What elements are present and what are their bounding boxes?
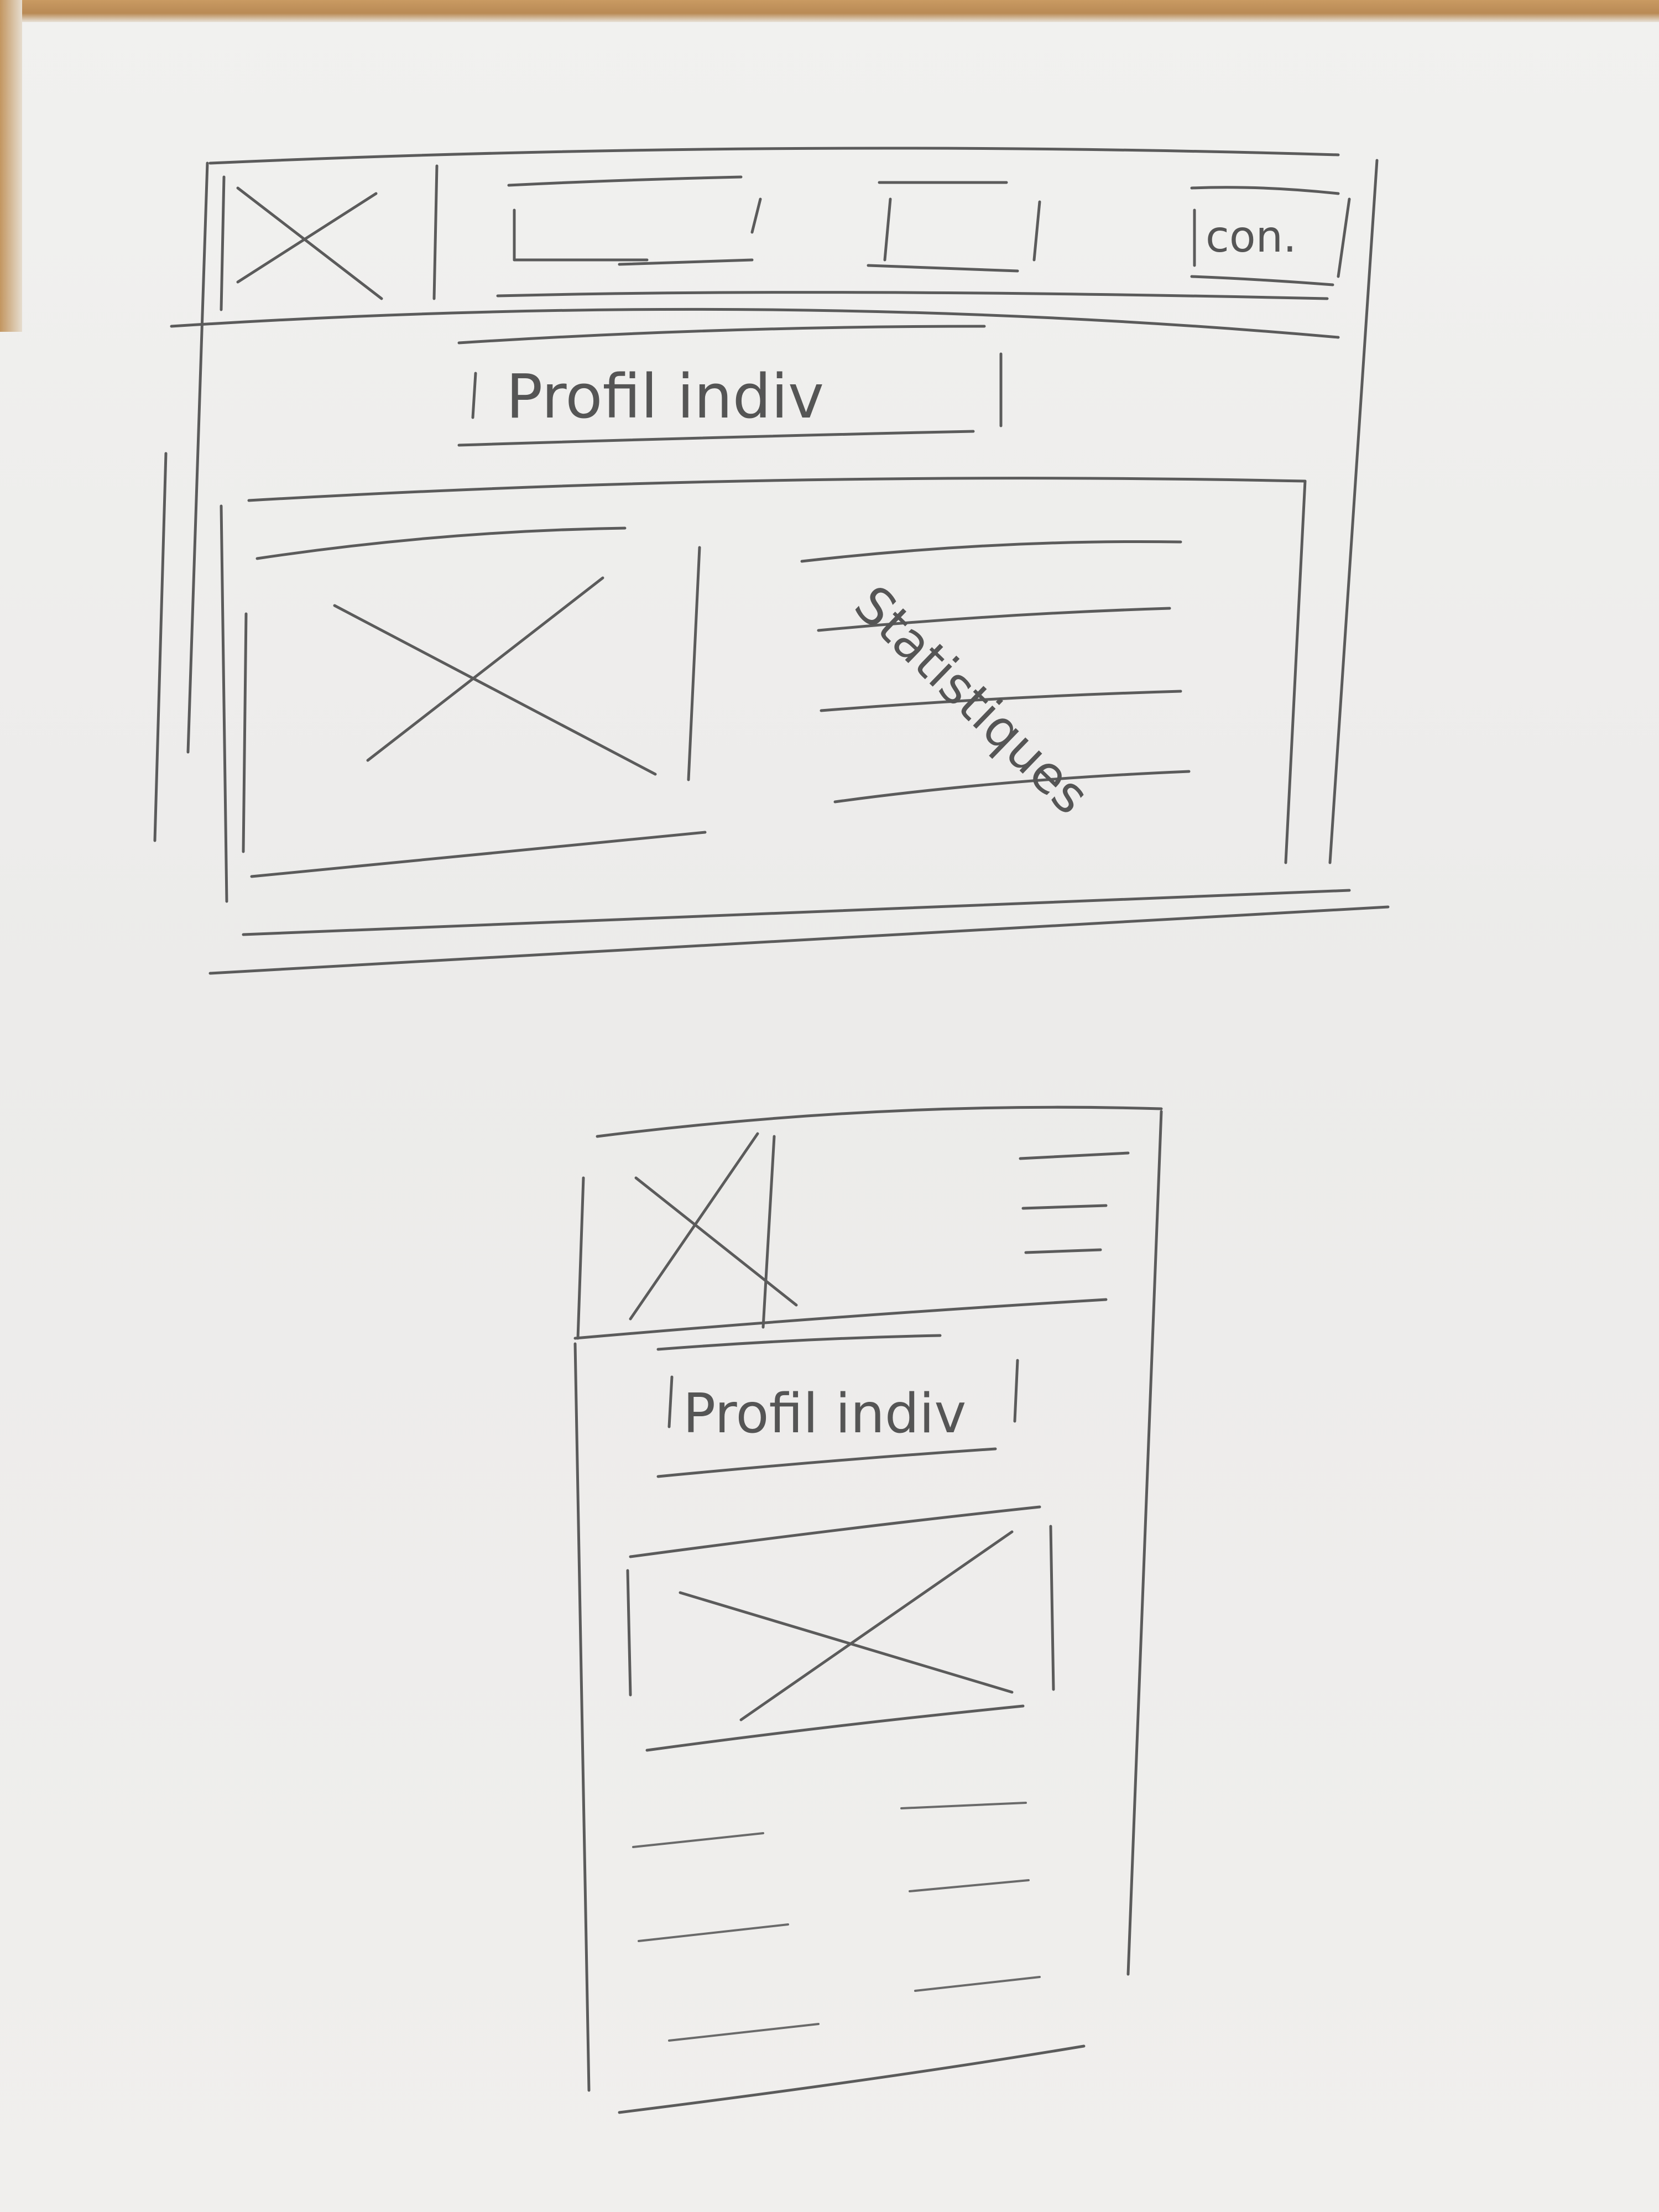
desktop-page-title: Profil indiv [506,361,824,432]
mobile-page-title: Profil indiv [683,1383,966,1446]
mobile-details-list [632,1802,1041,2042]
desktop-logo-icon [220,164,439,311]
desktop-nav-button-label: con. [1206,212,1297,262]
mobile-title-box: Profil indiv [656,1334,1019,1478]
desktop-nav-item-2[interactable] [867,181,1041,273]
mobile-frame [573,1105,1163,2114]
desktop-nav-item-1[interactable] [507,175,762,266]
mobile-image-placeholder [626,1505,1055,1752]
desktop-title-box: Profil indiv [457,325,1003,447]
desktop-stats-block: Statistiques [800,540,1191,826]
mobile-wireframe: Profil indiv [573,1105,1163,2114]
mobile-header [573,1135,1108,1340]
desktop-nav-button[interactable]: con. [1190,186,1351,286]
desktop-wireframe: con. Profil indiv Statistiques [153,147,1390,975]
desktop-image-placeholder [242,526,707,878]
desktop-frame [153,147,1390,975]
wireframe-sketch: con. Profil indiv Statistiques Profil in… [153,147,1390,2114]
hamburger-menu-icon[interactable] [1019,1151,1130,1254]
